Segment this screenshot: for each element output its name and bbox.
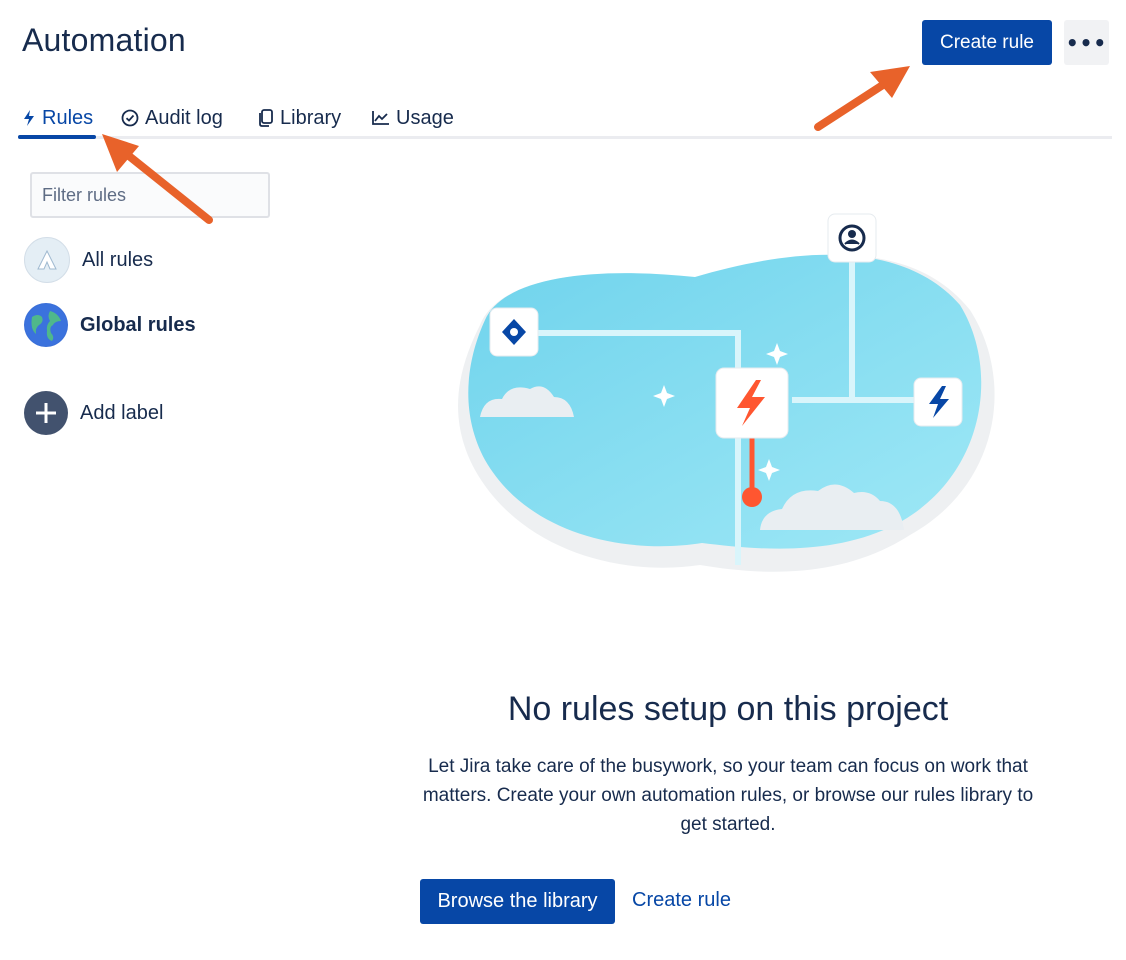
atlassian-logo-icon: [24, 237, 70, 283]
sidebar-item-label: Global rules: [80, 313, 196, 336]
sidebar-item-label: All rules: [82, 248, 154, 271]
tab-rules[interactable]: Rules: [22, 102, 93, 134]
page-title: Automation: [22, 22, 186, 58]
active-tab-indicator: [18, 135, 96, 139]
create-rule-link[interactable]: Create rule: [632, 889, 731, 912]
tab-label: Library: [280, 106, 342, 129]
lightning-icon: [22, 109, 36, 127]
globe-icon: [24, 303, 68, 347]
tabs-divider: [18, 136, 1112, 139]
empty-state-title: No rules setup on this project: [507, 690, 949, 728]
empty-state-description: Let Jira take care of the busywork, so y…: [422, 756, 1034, 835]
automation-illustration: [458, 213, 995, 572]
create-rule-button[interactable]: Create rule: [922, 20, 1052, 65]
more-icon: •••: [1065, 30, 1108, 55]
copy-icon: [258, 109, 274, 127]
annotation-arrow-create-rule: [814, 66, 910, 131]
tab-label: Usage: [396, 106, 454, 129]
check-circle-icon: [121, 109, 139, 127]
tab-label: Rules: [42, 106, 94, 129]
more-options-button[interactable]: •••: [1064, 20, 1109, 65]
chart-icon: [372, 110, 390, 126]
tab-usage[interactable]: Usage: [372, 102, 454, 134]
sidebar-item-all-rules[interactable]: All rules: [24, 237, 153, 283]
browse-library-button[interactable]: Browse the library: [420, 879, 615, 924]
tab-library[interactable]: Library: [258, 102, 341, 134]
plus-circle-icon: [24, 391, 68, 435]
sidebar-item-label: Add label: [80, 401, 164, 424]
tab-label: Audit log: [145, 106, 223, 129]
sidebar-item-global-rules[interactable]: Global rules: [24, 302, 196, 348]
sidebar-item-add-label[interactable]: Add label: [24, 390, 163, 436]
filter-rules-input[interactable]: [30, 172, 270, 218]
tab-audit-log[interactable]: Audit log: [121, 102, 223, 134]
